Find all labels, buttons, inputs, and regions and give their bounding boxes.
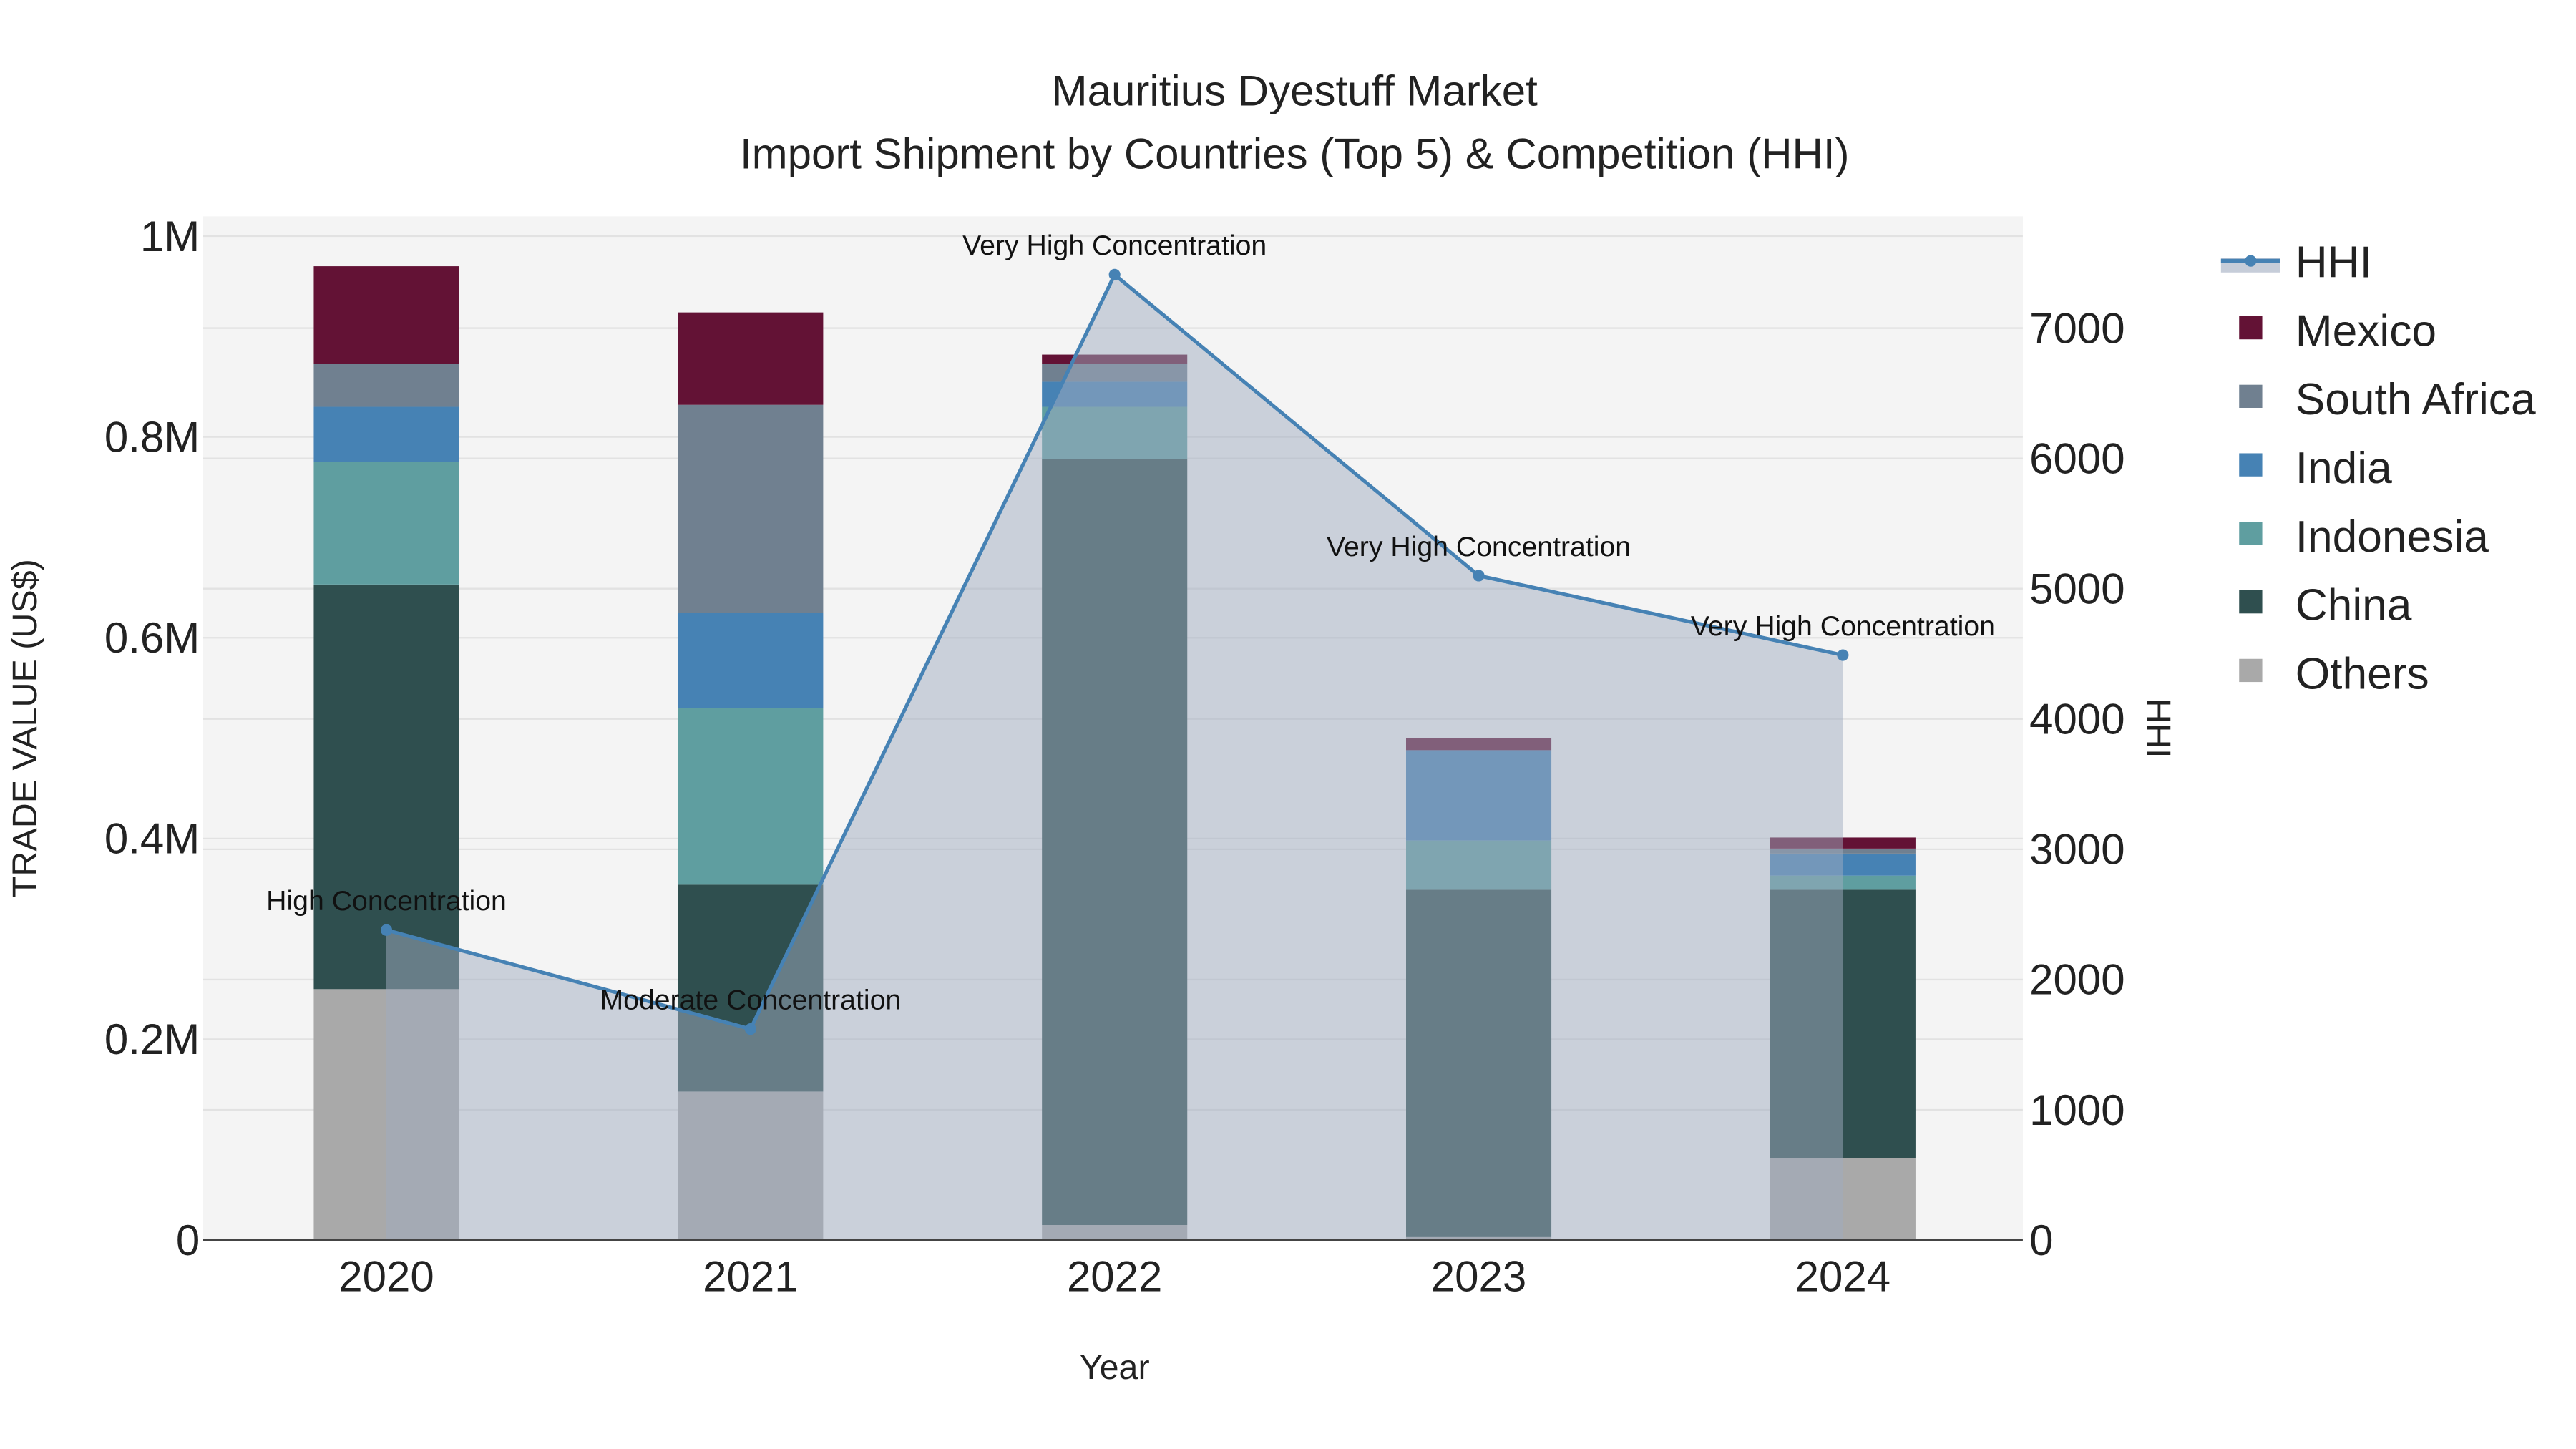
y2-tick-label: 1000 [2029, 1086, 2124, 1134]
legend-swatch-others [2239, 658, 2263, 683]
bar-indonesia [313, 462, 459, 585]
chart: High Concentration Moderate Concentration… [6, 67, 2536, 1387]
y-tick-label: 0.8M [104, 413, 200, 461]
y-tick-label: 1M [140, 213, 200, 260]
legend-swatch-china [2239, 590, 2263, 614]
hhi-annotation: Very High Concentration [1691, 610, 1995, 642]
y2-tick-label: 6000 [2029, 434, 2124, 482]
legend-swatch-indonesia [2239, 522, 2263, 545]
y-tick-label: 0.2M [104, 1015, 200, 1063]
y2-tick-label: 2000 [2029, 956, 2124, 1004]
bar-south-africa [313, 364, 459, 407]
hhi-annotation: High Concentration [266, 885, 507, 917]
bar-india [678, 613, 824, 708]
x-tick-label: 2024 [1795, 1253, 1890, 1301]
x-axis-title: Year [1080, 1348, 1150, 1387]
hhi-annotation: Very High Concentration [1327, 531, 1631, 562]
y2-tick-label: 4000 [2029, 696, 2124, 743]
bar-indonesia [678, 708, 824, 885]
hhi-annotation: Very High Concentration [962, 230, 1267, 261]
x-tick-label: 2020 [338, 1253, 434, 1301]
bar-india [313, 406, 459, 462]
bar-south-africa [678, 404, 824, 613]
y2-tick-label: 3000 [2029, 826, 2124, 874]
legend: HHI Mexico South Africa India Indonesia China… [2220, 238, 2536, 698]
y-tick-label: 0.4M [104, 815, 200, 863]
legend-marker-hhi [2245, 255, 2257, 267]
hhi-point [1473, 570, 1485, 582]
legend-label: China [2296, 581, 2412, 630]
legend-label: Indonesia [2296, 512, 2489, 562]
chart-subtitle: Import Shipment by Countries (Top 5) & C… [740, 130, 1850, 177]
legend-swatch-india [2239, 453, 2263, 477]
hhi-point [380, 924, 393, 936]
y2-tick-label: 5000 [2029, 565, 2124, 613]
legend-label: South Africa [2296, 375, 2536, 424]
hhi-point [1837, 649, 1849, 661]
bar-mexico [313, 266, 459, 364]
x-tick-label: 2023 [1431, 1253, 1526, 1301]
y2-axis-title: HHI [2139, 698, 2177, 758]
y2-tick-label: 0 [2029, 1216, 2053, 1264]
x-tick-label: 2021 [703, 1253, 798, 1301]
legend-swatch-mexico [2239, 316, 2263, 340]
legend-label: India [2296, 444, 2392, 493]
legend-label: Others [2296, 649, 2429, 698]
hhi-annotation: Moderate Concentration [600, 984, 901, 1015]
bar-mexico [678, 312, 824, 405]
chart-title: Mauritius Dyestuff Market [1052, 67, 1538, 115]
y2-tick-label: 7000 [2029, 304, 2124, 352]
legend-swatch-south-africa [2239, 384, 2263, 408]
legend-label: Mexico [2296, 306, 2436, 356]
x-tick-label: 2022 [1067, 1253, 1162, 1301]
hhi-point [744, 1023, 756, 1035]
y-tick-label: 0.6M [104, 614, 200, 662]
y-axis-title: TRADE VALUE (US$) [6, 559, 44, 897]
y-tick-label: 0 [176, 1216, 200, 1264]
legend-label: HHI [2296, 238, 2372, 288]
hhi-point [1108, 268, 1121, 280]
